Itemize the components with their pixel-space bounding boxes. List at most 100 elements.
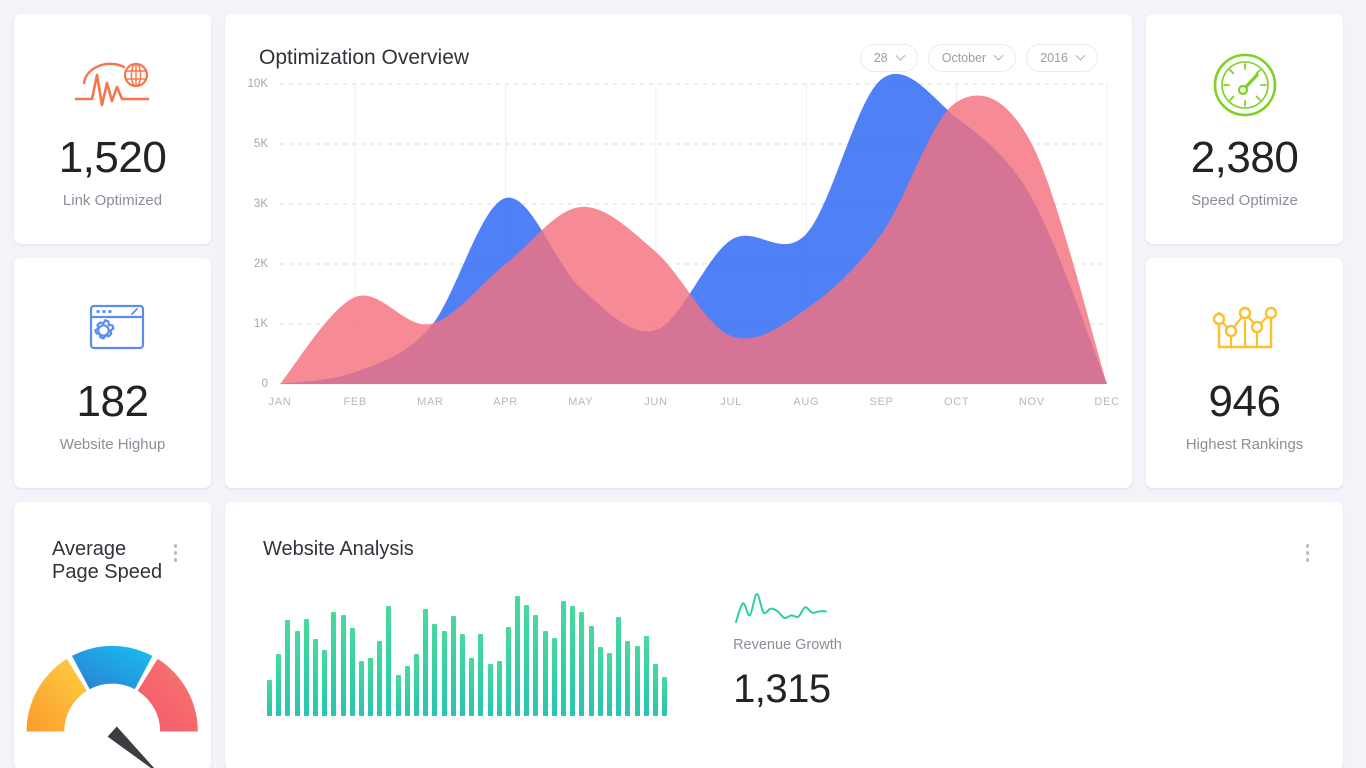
analysis-bar xyxy=(358,660,364,716)
website-analysis-card: Website Analysis Revenue Growth 1,315 xyxy=(225,502,1343,768)
analysis-bar xyxy=(377,640,383,716)
stat-label: Highest Rankings xyxy=(1185,435,1304,453)
chevron-down-icon xyxy=(1075,50,1086,61)
stat-label: Website Highup xyxy=(59,435,166,453)
line-chart-nodes-icon xyxy=(1207,293,1283,365)
chart-x-axis: JAN FEB MAR APR MAY JUN JUL AUG SEP OCT NOV DEC xyxy=(242,396,1132,408)
analysis-bar xyxy=(643,636,649,716)
analysis-bar xyxy=(505,626,511,716)
analysis-bar xyxy=(349,628,355,716)
revenue-growth-label: Revenue Growth xyxy=(733,636,842,653)
analysis-bar xyxy=(662,677,668,716)
chart-header: Optimization Overview 28 October 2016 xyxy=(225,14,1132,72)
analysis-bar xyxy=(588,625,594,716)
analysis-bar xyxy=(432,624,438,716)
y-axis-tick: 0 xyxy=(261,378,268,390)
x-axis-tick: JUN xyxy=(644,396,668,408)
analysis-bar-chart xyxy=(267,595,668,716)
analysis-bar xyxy=(625,640,631,716)
y-axis-tick: 3K xyxy=(253,198,268,210)
analysis-bar xyxy=(340,614,346,716)
x-axis-tick: DEC xyxy=(1094,396,1120,408)
dashboard-root: 1,520 Link Optimized Optimization Overvi… xyxy=(0,0,1366,768)
analysis-bar xyxy=(285,620,291,716)
more-options-icon[interactable] xyxy=(1302,538,1314,568)
x-axis-tick: AUG xyxy=(793,396,820,408)
area-chart-svg xyxy=(280,73,1108,385)
analysis-bar xyxy=(487,663,493,716)
chevron-down-icon xyxy=(895,50,906,61)
select-day[interactable]: 28 xyxy=(859,44,918,72)
analysis-bar xyxy=(570,606,576,716)
x-axis-tick: NOV xyxy=(1018,396,1045,408)
analysis-bar xyxy=(515,595,521,716)
analysis-bar xyxy=(634,645,640,716)
analysis-bar xyxy=(404,666,410,716)
select-day-value: 28 xyxy=(873,51,888,65)
analysis-bar xyxy=(606,652,612,716)
stat-value: 182 xyxy=(76,377,149,427)
page-speed-title: Average Page Speed xyxy=(52,538,163,583)
analysis-bar xyxy=(331,611,337,716)
stat-card-speed-optimize: 2,380 Speed Optimize xyxy=(1146,14,1343,244)
analysis-bar xyxy=(459,633,465,716)
analysis-bar xyxy=(561,600,566,716)
select-year-value: 2016 xyxy=(1040,51,1068,65)
x-axis-tick: MAR xyxy=(417,396,444,408)
stat-value: 1,520 xyxy=(58,133,167,183)
analysis-bar xyxy=(551,637,557,716)
analysis-bar xyxy=(312,639,318,716)
analysis-bar xyxy=(616,617,622,716)
gauge-svg xyxy=(26,645,198,768)
analysis-bar xyxy=(303,618,309,716)
analysis-bar xyxy=(597,647,603,716)
x-axis-tick: JUL xyxy=(720,396,742,408)
revenue-growth-value: 1,315 xyxy=(733,666,831,711)
y-axis-tick: 2K xyxy=(253,258,268,270)
analysis-bar xyxy=(386,606,392,716)
stat-value: 2,380 xyxy=(1190,133,1299,183)
stat-card-link-optimized: 1,520 Link Optimized xyxy=(14,14,211,244)
select-year[interactable]: 2016 xyxy=(1026,44,1098,72)
select-month[interactable]: October xyxy=(927,44,1017,72)
x-axis-tick: JAN xyxy=(268,396,292,408)
analysis-bar xyxy=(524,605,530,716)
revenue-sparkline xyxy=(733,591,842,625)
stat-label: Speed Optimize xyxy=(1191,191,1298,209)
y-axis-tick: 1K xyxy=(253,318,268,330)
optimization-overview-card: Optimization Overview 28 October 2016 0 1… xyxy=(225,14,1132,488)
browser-gear-icon xyxy=(75,293,151,365)
x-axis-tick: MAY xyxy=(568,396,594,408)
x-axis-tick: SEP xyxy=(869,396,894,408)
more-options-icon[interactable] xyxy=(170,538,182,568)
stat-card-highest-rankings: 946 Highest Rankings xyxy=(1146,258,1343,488)
stat-label: Link Optimized xyxy=(62,191,163,209)
analysis-bar xyxy=(395,674,401,716)
chevron-down-icon xyxy=(993,50,1004,61)
date-filter-group: 28 October 2016 xyxy=(859,44,1098,72)
analysis-header: Website Analysis xyxy=(225,502,1343,568)
analysis-bar xyxy=(423,609,429,716)
analysis-bar xyxy=(496,660,502,716)
analysis-bar xyxy=(276,654,282,716)
analysis-bar xyxy=(414,654,419,716)
speedometer-icon xyxy=(1211,49,1279,121)
x-axis-tick: OCT xyxy=(944,396,970,408)
area-chart: 0 1K 2K 3K 5K 10K JAN FEB MAR APR MAY JUN JUL AUG SEP… xyxy=(225,72,1132,422)
analysis-bar xyxy=(267,680,272,716)
x-axis-tick: FEB xyxy=(343,396,367,408)
analysis-bar xyxy=(322,650,328,716)
x-axis-tick: APR xyxy=(493,396,518,408)
pulse-globe-icon xyxy=(70,49,156,121)
analysis-bar xyxy=(450,615,456,716)
analysis-body: Revenue Growth 1,315 xyxy=(225,568,1343,716)
analysis-title: Website Analysis xyxy=(263,538,414,560)
y-axis-tick: 10K xyxy=(247,78,268,90)
gauge-header: Average Page Speed xyxy=(14,502,211,584)
y-axis-tick: 5K xyxy=(253,138,268,150)
analysis-bar xyxy=(441,630,447,716)
sparkline-svg xyxy=(735,592,828,623)
stat-card-website-highup: 182 Website Highup xyxy=(14,258,211,488)
revenue-growth-block: Revenue Growth 1,315 xyxy=(733,591,842,712)
page-title: Optimization Overview xyxy=(259,46,470,69)
